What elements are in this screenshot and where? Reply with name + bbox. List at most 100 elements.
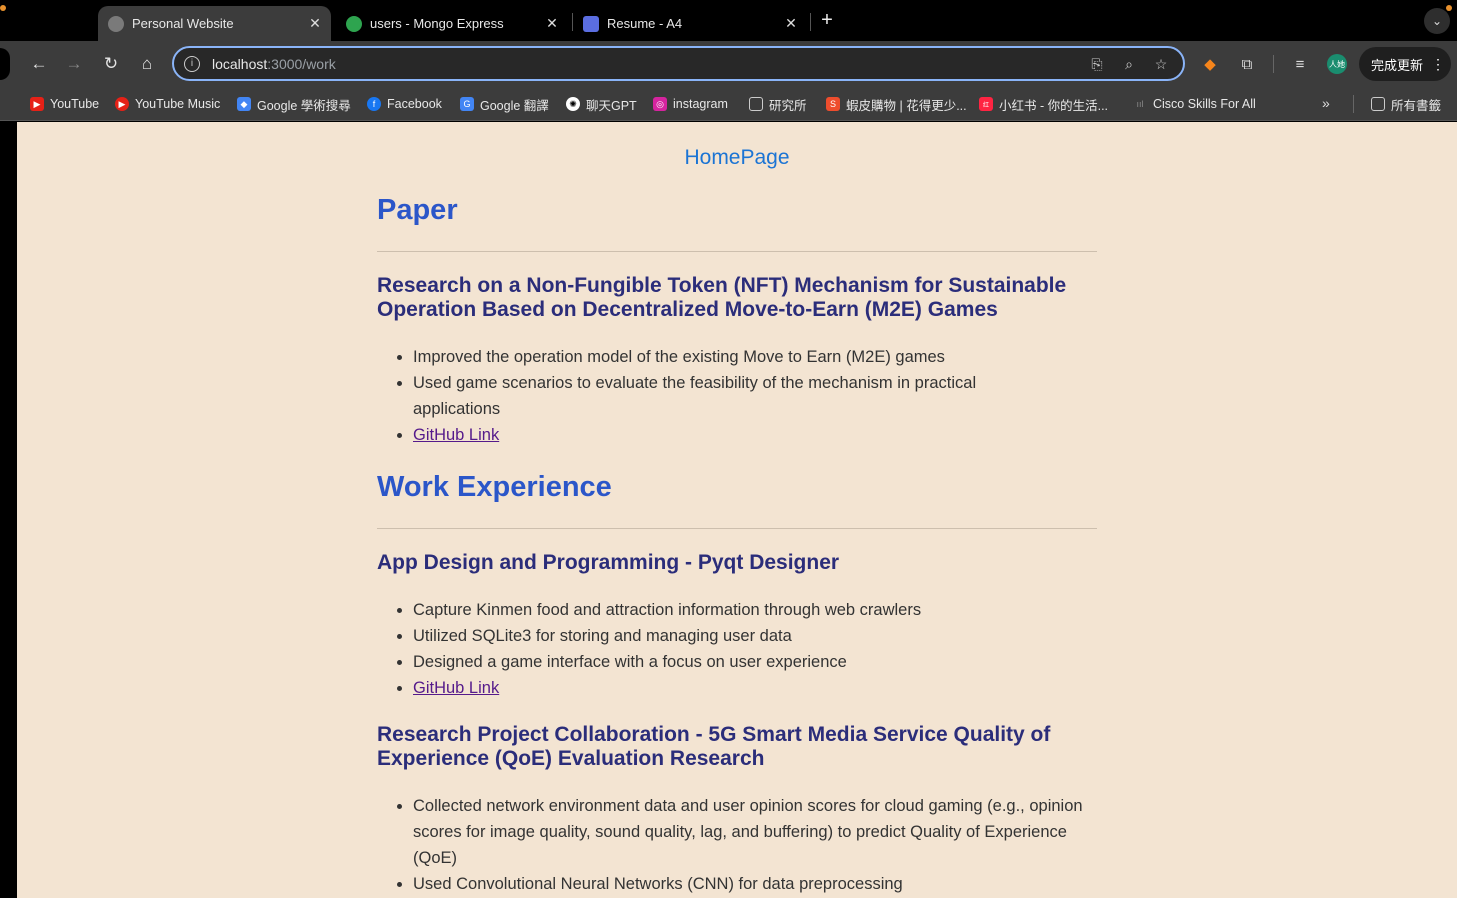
- all-bookmarks[interactable]: 所有書籤: [1371, 95, 1441, 113]
- window-edge: [0, 48, 10, 80]
- list-item: GitHub Link: [413, 675, 1097, 701]
- page-viewport: HomePage Paper Research on a Non-Fungibl…: [17, 122, 1457, 898]
- update-label: 完成更新: [1371, 57, 1424, 73]
- bookmark-youtube[interactable]: ▶ YouTube: [30, 95, 99, 113]
- notification-dot: [0, 5, 6, 11]
- zoom-icon[interactable]: ⌕: [1119, 54, 1139, 74]
- homepage-link[interactable]: HomePage: [377, 146, 1097, 170]
- youtube-icon: ▶: [30, 97, 44, 111]
- address-bar[interactable]: i localhost:3000/work ⎘ ⌕ ☆: [172, 46, 1185, 81]
- translate-icon: G: [460, 97, 474, 111]
- tab-title: Resume - A4: [607, 16, 683, 31]
- section-divider: [377, 251, 1097, 252]
- bookmark-google-translate[interactable]: G Google 翻譯: [460, 95, 549, 113]
- cisco-icon: ııl: [1136, 99, 1144, 109]
- forward-button[interactable]: →: [60, 50, 88, 78]
- url-text[interactable]: localhost:3000/work: [212, 56, 336, 72]
- bookmark-cisco[interactable]: ııl Cisco Skills For All: [1133, 95, 1256, 113]
- tab-separator: [810, 13, 811, 31]
- resume-icon: [583, 15, 599, 32]
- reload-button[interactable]: ↻: [97, 50, 125, 78]
- bookmark-label: YouTube Music: [135, 97, 221, 111]
- bookmark-star-icon[interactable]: ☆: [1151, 54, 1171, 74]
- tab-resume[interactable]: Resume - A4 ✕: [573, 6, 807, 41]
- bookmark-instagram[interactable]: ◎ instagram: [653, 95, 728, 113]
- bookmark-chatgpt[interactable]: ✺ 聊天GPT: [566, 95, 637, 113]
- facebook-icon: f: [367, 97, 381, 111]
- work-experience-heading: Work Experience: [377, 471, 612, 503]
- menu-dots-icon: ⋮: [1431, 55, 1446, 72]
- bookmark-folder-research[interactable]: 研究所: [749, 95, 807, 113]
- url-path: :3000/work: [267, 55, 336, 72]
- tab-mongo-express[interactable]: users - Mongo Express ✕: [336, 6, 568, 41]
- notification-dot: [1446, 5, 1452, 11]
- list-item: Collected network environment data and u…: [413, 793, 1097, 871]
- chatgpt-icon: ✺: [566, 97, 580, 111]
- back-button[interactable]: ←: [25, 50, 53, 78]
- metamask-icon[interactable]: ◆: [1199, 53, 1221, 75]
- bookmark-label: Facebook: [387, 97, 442, 111]
- github-link[interactable]: GitHub Link: [413, 426, 499, 444]
- github-link[interactable]: GitHub Link: [413, 679, 499, 697]
- all-bookmarks-label: 所有書籤: [1391, 98, 1442, 113]
- section-divider: [377, 528, 1097, 529]
- close-icon[interactable]: ✕: [544, 15, 560, 32]
- extensions-icon[interactable]: ⧉: [1236, 53, 1258, 75]
- media-controls-icon[interactable]: ≡: [1289, 53, 1311, 75]
- tab-strip: Personal Website ✕ users - Mongo Express…: [0, 0, 1457, 41]
- bookmark-label: 研究所: [769, 98, 807, 113]
- list-item: Designed a game interface with a focus o…: [413, 649, 1097, 675]
- paper-heading: Paper: [377, 194, 458, 226]
- job-title: Research Project Collaboration - 5G Smar…: [377, 723, 1051, 770]
- shopee-icon: S: [826, 97, 840, 111]
- bookmark-facebook[interactable]: f Facebook: [367, 95, 442, 113]
- list-item: Capture Kinmen food and attraction infor…: [413, 597, 1097, 623]
- bookmarks-separator: [1353, 95, 1354, 113]
- bookmark-xiaohongshu[interactable]: 红小红书 - 你的生活...: [979, 95, 1108, 113]
- tab-title: users - Mongo Express: [370, 16, 504, 31]
- browser-toolbar: ← → ↻ ⌂ i localhost:3000/work ⎘ ⌕ ☆ ◆ ⧉ …: [0, 41, 1457, 87]
- bookmark-label: Google 學術搜尋: [257, 98, 351, 113]
- update-button[interactable]: 完成更新 ⋮: [1359, 47, 1451, 81]
- toolbar-separator: [1273, 55, 1274, 73]
- list-item: Used game scenarios to evaluate the feas…: [413, 370, 1097, 422]
- list-item: Improved the operation model of the exis…: [413, 344, 1097, 370]
- tab-personal-website[interactable]: Personal Website ✕: [98, 6, 331, 41]
- bookmark-shopee[interactable]: S 蝦皮購物 | 花得更少...: [826, 95, 967, 113]
- job-bullets: Collected network environment data and u…: [377, 793, 1097, 897]
- profile-avatar[interactable]: 人她: [1327, 54, 1347, 74]
- site-info-icon[interactable]: i: [184, 55, 200, 72]
- job-title: App Design and Programming - Pyqt Design…: [377, 551, 840, 574]
- bookmark-label: instagram: [673, 97, 728, 111]
- instagram-icon: ◎: [653, 97, 667, 111]
- mongo-leaf-icon: [346, 15, 362, 32]
- new-tab-button[interactable]: +: [816, 10, 838, 32]
- job-bullets: Capture Kinmen food and attraction infor…: [377, 597, 1097, 701]
- home-button[interactable]: ⌂: [133, 50, 161, 78]
- paper-title: Research on a Non-Fungible Token (NFT) M…: [377, 274, 1067, 321]
- bookmarks-bar: ▶ YouTube ▶ YouTube Music ◆ Google 學術搜尋 f Fa…: [0, 87, 1457, 121]
- bookmark-label: 小红书 - 你的生活...: [999, 98, 1109, 113]
- bookmark-youtube-music[interactable]: ▶ YouTube Music: [115, 95, 220, 113]
- tab-title: Personal Website: [132, 16, 234, 31]
- youtube-music-icon: ▶: [115, 97, 129, 111]
- close-icon[interactable]: ✕: [783, 15, 799, 32]
- tab-search-button[interactable]: ⌄: [1424, 8, 1450, 34]
- folder-icon: [1371, 97, 1385, 111]
- list-item: Used Convolutional Neural Networks (CNN)…: [413, 871, 1097, 897]
- translate-icon[interactable]: ⎘: [1087, 54, 1107, 74]
- more-bookmarks-icon[interactable]: »: [1322, 95, 1330, 111]
- list-item: GitHub Link: [413, 422, 1097, 448]
- bookmark-label: 蝦皮購物 | 花得更少...: [846, 98, 967, 113]
- bookmark-google-scholar[interactable]: ◆ Google 學術搜尋: [237, 95, 351, 113]
- globe-icon: [108, 15, 124, 32]
- paper-bullets: Improved the operation model of the exis…: [377, 344, 1097, 448]
- close-icon[interactable]: ✕: [307, 15, 323, 32]
- bookmark-label: Cisco Skills For All: [1153, 97, 1256, 111]
- scholar-icon: ◆: [237, 97, 251, 111]
- bookmark-label: 聊天GPT: [586, 98, 637, 113]
- folder-icon: [749, 97, 763, 111]
- xiaohongshu-icon: 红: [979, 97, 993, 111]
- list-item: Utilized SQLite3 for storing and managin…: [413, 623, 1097, 649]
- bookmark-label: YouTube: [50, 97, 100, 111]
